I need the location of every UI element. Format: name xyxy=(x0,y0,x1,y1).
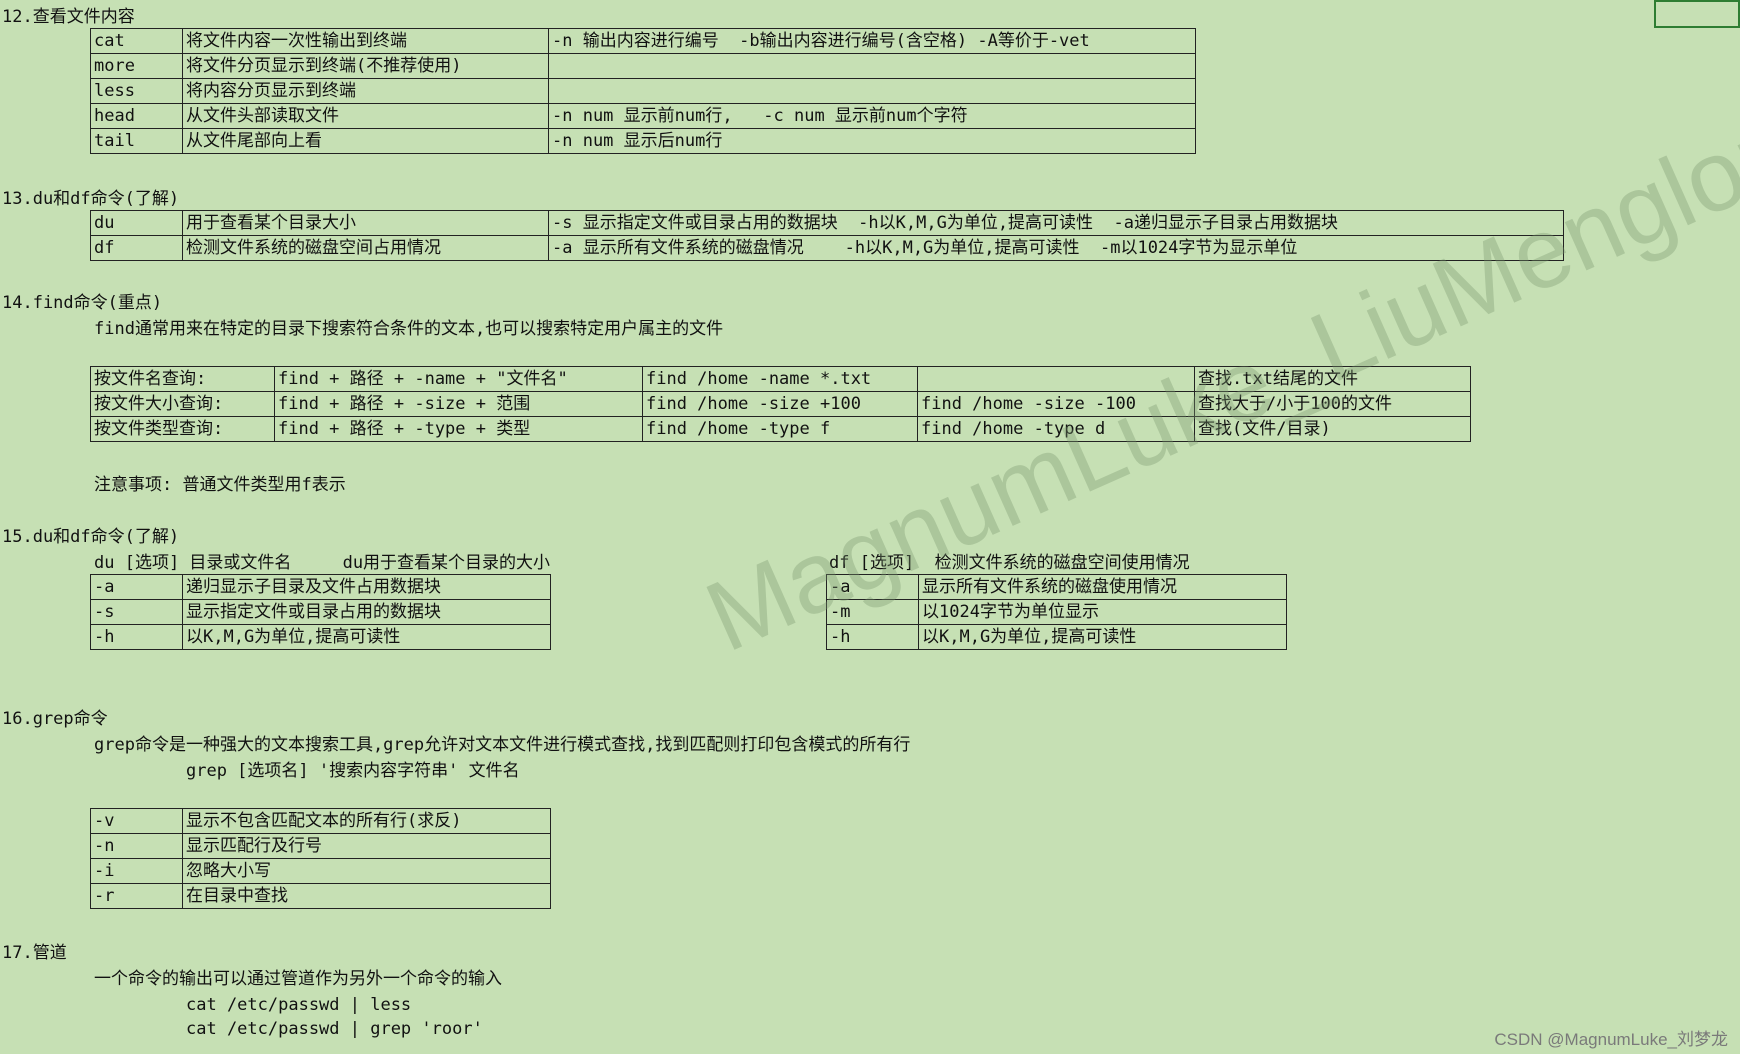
table-cell[interactable]: find + 路径 + -name + "文件名" xyxy=(274,366,643,392)
table-row: head 从文件头部读取文件 -n num 显示前num行, -c num 显示前n… xyxy=(90,103,1196,129)
table-cell[interactable]: 以1024字节为单位显示 xyxy=(918,599,1287,625)
table-row: more 将文件分页显示到终端(不推荐使用) xyxy=(90,53,1196,79)
table-row: -a 递归显示子目录及文件占用数据块 xyxy=(90,574,551,600)
table-cell[interactable]: find /home -type d xyxy=(917,416,1195,442)
du-options-table: -a 递归显示子目录及文件占用数据块 -s 显示指定文件或目录占用的数据块 -h 以K,M… xyxy=(90,574,551,650)
table-cell[interactable] xyxy=(548,78,1196,104)
table-cell[interactable]: more xyxy=(90,53,183,79)
table-cell[interactable]: 检测文件系统的磁盘空间占用情况 xyxy=(182,235,549,261)
table-cell[interactable]: 按文件名查询: xyxy=(90,366,275,392)
table-cell[interactable]: 查找.txt结尾的文件 xyxy=(1194,366,1471,392)
table-cell[interactable]: -a xyxy=(90,574,183,600)
pipe-example-1: cat /etc/passwd | less xyxy=(186,995,412,1015)
table-row: less 将内容分页显示到终端 xyxy=(90,78,1196,104)
table-cell[interactable]: -m xyxy=(826,599,919,625)
find-table: 按文件名查询: find + 路径 + -name + "文件名" find /ho… xyxy=(90,366,1471,442)
table-row: -a 显示所有文件系统的磁盘使用情况 xyxy=(826,574,1287,600)
section-16-heading: 16.grep命令 xyxy=(2,709,108,729)
table-row: -n 显示匹配行及行号 xyxy=(90,833,551,859)
grep-options-table: -v 显示不包含匹配文本的所有行(求反) -n 显示匹配行及行号 -i 忽略大小写 -r 在目… xyxy=(90,808,551,909)
df-options-table: -a 显示所有文件系统的磁盘使用情况 -m 以1024字节为单位显示 -h 以K,M,G为… xyxy=(826,574,1287,650)
table-cell[interactable]: head xyxy=(90,103,183,129)
table-cell[interactable]: -h xyxy=(826,624,919,650)
table-cell[interactable]: -a 显示所有文件系统的磁盘情况 -h以K,M,G为单位,提高可读性 -m以10… xyxy=(548,235,1564,261)
du-syntax: du [选项] 目录或文件名 du用于查看某个目录的大小 xyxy=(94,553,551,573)
table-row: -m 以1024字节为单位显示 xyxy=(826,599,1287,625)
table-cell[interactable]: find /home -name *.txt xyxy=(642,366,918,392)
find-description: find通常用来在特定的目录下搜索符合条件的文本,也可以搜索特定用户属主的文件 xyxy=(94,319,724,339)
du-df-table: du 用于查看某个目录大小 -s 显示指定文件或目录占用的数据块 -h以K,M,G为… xyxy=(90,210,1564,261)
table-cell[interactable]: -i xyxy=(90,858,183,884)
section-12-heading: 12.查看文件内容 xyxy=(2,7,135,27)
table-cell[interactable]: find /home -type f xyxy=(642,416,918,442)
table-row: 按文件类型查询: find + 路径 + -type + 类型 find /home… xyxy=(90,416,1471,442)
table-cell[interactable]: 从文件头部读取文件 xyxy=(182,103,549,129)
table-cell[interactable]: find /home -size -100 xyxy=(917,391,1195,417)
table-cell[interactable]: 查找(文件/目录) xyxy=(1194,416,1471,442)
table-cell[interactable]: 显示匹配行及行号 xyxy=(182,833,551,859)
table-row: du 用于查看某个目录大小 -s 显示指定文件或目录占用的数据块 -h以K,M,G为… xyxy=(90,210,1564,236)
table-cell[interactable]: 显示所有文件系统的磁盘使用情况 xyxy=(918,574,1287,600)
df-syntax: df [选项] 检测文件系统的磁盘空间使用情况 xyxy=(829,553,1190,573)
table-row: -s 显示指定文件或目录占用的数据块 xyxy=(90,599,551,625)
table-cell[interactable]: du xyxy=(90,210,183,236)
table-row: cat 将文件内容一次性输出到终端 -n 输出内容进行编号 -b输出内容进行编号(含… xyxy=(90,28,1196,54)
table-cell[interactable]: 从文件尾部向上看 xyxy=(182,128,549,154)
table-cell[interactable]: 显示指定文件或目录占用的数据块 xyxy=(182,599,551,625)
table-row: -h 以K,M,G为单位,提高可读性 xyxy=(826,624,1287,650)
table-cell[interactable] xyxy=(548,53,1196,79)
table-cell[interactable]: 递归显示子目录及文件占用数据块 xyxy=(182,574,551,600)
table-row: -r 在目录中查找 xyxy=(90,883,551,909)
table-cell[interactable]: -s xyxy=(90,599,183,625)
table-cell[interactable]: 以K,M,G为单位,提高可读性 xyxy=(918,624,1287,650)
table-row: -h 以K,M,G为单位,提高可读性 xyxy=(90,624,551,650)
section-15-heading: 15.du和df命令(了解) xyxy=(2,527,180,547)
table-cell[interactable]: 将内容分页显示到终端 xyxy=(182,78,549,104)
table-cell[interactable]: 查找大于/小于100的文件 xyxy=(1194,391,1471,417)
table-cell[interactable]: -r xyxy=(90,883,183,909)
pipe-description: 一个命令的输出可以通过管道作为另外一个命令的输入 xyxy=(94,969,502,989)
selected-cell[interactable] xyxy=(1654,0,1740,28)
table-cell[interactable]: -v xyxy=(90,808,183,834)
table-cell[interactable]: 忽略大小写 xyxy=(182,858,551,884)
table-cell[interactable]: cat xyxy=(90,28,183,54)
table-cell[interactable]: -n 输出内容进行编号 -b输出内容进行编号(含空格) -A等价于-vet xyxy=(548,28,1196,54)
find-note: 注意事项: 普通文件类型用f表示 xyxy=(94,475,346,495)
grep-description: grep命令是一种强大的文本搜索工具,grep允许对文本文件进行模式查找,找到匹… xyxy=(94,735,911,755)
table-cell[interactable]: tail xyxy=(90,128,183,154)
table-cell[interactable]: find + 路径 + -type + 类型 xyxy=(274,416,643,442)
section-14-heading: 14.find命令(重点) xyxy=(2,293,163,313)
table-cell[interactable]: -n num 显示后num行 xyxy=(548,128,1196,154)
grep-syntax: grep [选项名] '搜索内容字符串' 文件名 xyxy=(186,761,520,781)
section-13-heading: 13.du和df命令(了解) xyxy=(2,189,180,209)
table-cell[interactable] xyxy=(917,366,1195,392)
csdn-footer: CSDN @MagnumLuke_刘梦龙 xyxy=(1494,1030,1728,1049)
table-cell[interactable]: 将文件内容一次性输出到终端 xyxy=(182,28,549,54)
table-row: -i 忽略大小写 xyxy=(90,858,551,884)
table-row: tail 从文件尾部向上看 -n num 显示后num行 xyxy=(90,128,1196,154)
pipe-example-2: cat /etc/passwd | grep 'roor' xyxy=(186,1019,483,1039)
table-cell[interactable]: 在目录中查找 xyxy=(182,883,551,909)
table-row: df 检测文件系统的磁盘空间占用情况 -a 显示所有文件系统的磁盘情况 -h以K,M… xyxy=(90,235,1564,261)
table-cell[interactable]: -h xyxy=(90,624,183,650)
table-cell[interactable]: less xyxy=(90,78,183,104)
table-cell[interactable]: 用于查看某个目录大小 xyxy=(182,210,549,236)
table-cell[interactable]: df xyxy=(90,235,183,261)
table-row: -v 显示不包含匹配文本的所有行(求反) xyxy=(90,808,551,834)
table-cell[interactable]: 显示不包含匹配文本的所有行(求反) xyxy=(182,808,551,834)
section-17-heading: 17.管道 xyxy=(2,943,67,963)
table-cell[interactable]: -a xyxy=(826,574,919,600)
table-cell[interactable]: -n xyxy=(90,833,183,859)
cat-commands-table: cat 将文件内容一次性输出到终端 -n 输出内容进行编号 -b输出内容进行编号(含… xyxy=(90,28,1196,154)
table-cell[interactable]: find /home -size +100 xyxy=(642,391,918,417)
table-cell[interactable]: 按文件类型查询: xyxy=(90,416,275,442)
table-cell[interactable]: 将文件分页显示到终端(不推荐使用) xyxy=(182,53,549,79)
table-cell[interactable]: 以K,M,G为单位,提高可读性 xyxy=(182,624,551,650)
table-row: 按文件大小查询: find + 路径 + -size + 范围 find /home… xyxy=(90,391,1471,417)
table-cell[interactable]: find + 路径 + -size + 范围 xyxy=(274,391,643,417)
table-cell[interactable]: -n num 显示前num行, -c num 显示前num个字符 xyxy=(548,103,1196,129)
table-cell[interactable]: 按文件大小查询: xyxy=(90,391,275,417)
table-cell[interactable]: -s 显示指定文件或目录占用的数据块 -h以K,M,G为单位,提高可读性 -a递… xyxy=(548,210,1564,236)
table-row: 按文件名查询: find + 路径 + -name + "文件名" find /ho… xyxy=(90,366,1471,392)
